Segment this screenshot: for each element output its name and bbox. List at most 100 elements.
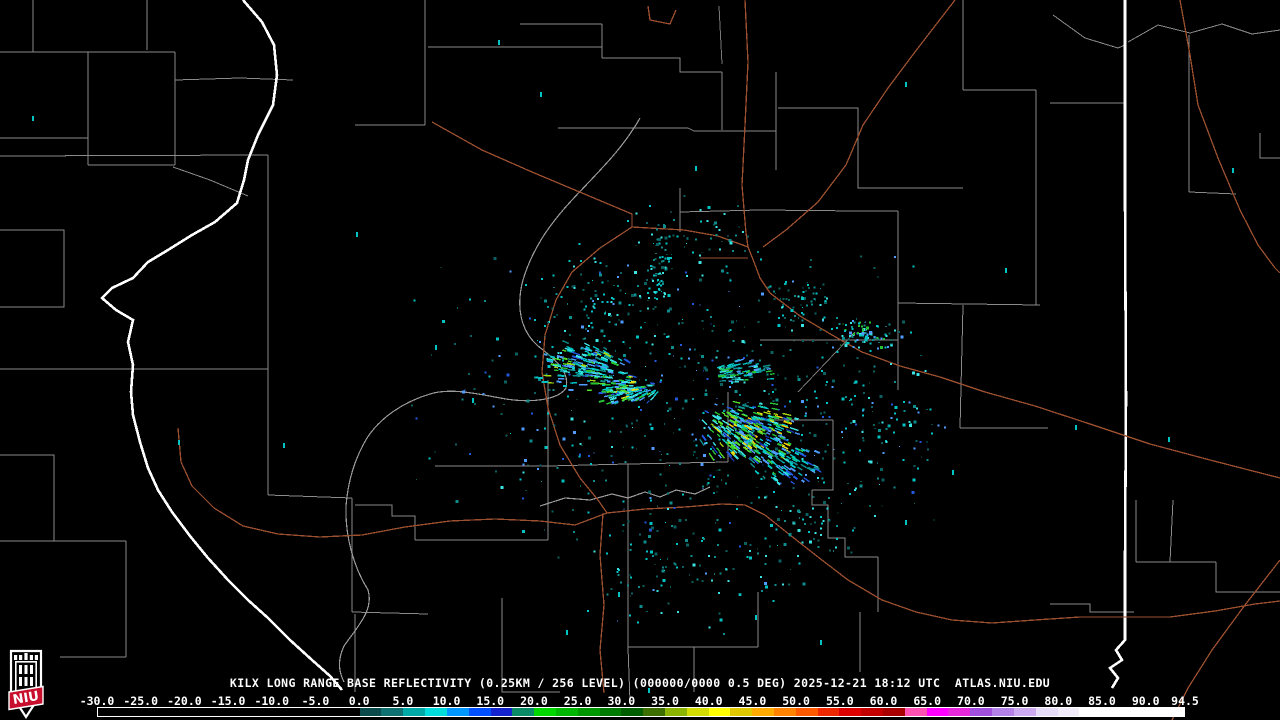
county-line xyxy=(0,154,269,157)
colorbar-segment xyxy=(1057,708,1080,716)
colorbar-tick-label: 80.0 xyxy=(1044,694,1073,708)
colorbar-segment xyxy=(970,708,993,716)
colorbar-tick-label: -10.0 xyxy=(254,694,290,708)
county-line xyxy=(0,454,55,541)
county-line xyxy=(1169,499,1174,563)
colorbar-segment xyxy=(708,708,731,716)
county-line xyxy=(547,463,629,467)
county-line xyxy=(0,229,65,308)
colorbar-segment xyxy=(992,708,1014,716)
colorbar-tick-label: 40.0 xyxy=(694,694,723,708)
colorbar-segment xyxy=(883,708,905,716)
colorbar-segment xyxy=(1035,708,1058,716)
colorbar-tick-labels: -30.0 -25.0 -20.0 -15.0 -10.0 -5.0 0.0 5.0 10.0 1… xyxy=(0,694,1280,708)
railroad-line xyxy=(718,5,723,65)
river-line xyxy=(338,117,641,683)
colorbar-tick-label: 0.0 xyxy=(348,694,370,708)
colorbar-segment xyxy=(730,708,753,716)
colorbar-tick-label: -15.0 xyxy=(210,694,246,708)
highway-line xyxy=(599,512,605,694)
state-border-line xyxy=(100,0,343,691)
county-line xyxy=(1052,14,1126,49)
colorbar-tick-label: 45.0 xyxy=(738,694,767,708)
colorbar-segment xyxy=(817,708,840,716)
reflectivity-echoes xyxy=(32,40,1234,693)
colorbar-tick-label: 55.0 xyxy=(825,694,854,708)
county-line xyxy=(778,107,963,189)
colorbar-tick-label: 75.0 xyxy=(1000,694,1029,708)
colorbar-segment xyxy=(577,708,600,716)
colorbar-tick-label: 65.0 xyxy=(913,694,942,708)
county-line xyxy=(172,166,249,197)
colorbar-segment xyxy=(664,708,687,716)
colorbar-tick-label: 94.5 xyxy=(1171,694,1199,708)
colorbar-segment xyxy=(359,708,382,716)
highway-line xyxy=(1179,0,1280,274)
radar-screen: KILX LONG RANGE BASE REFLECTIVITY (0.25K… xyxy=(0,0,1280,720)
colorbar-tick-label: 15.0 xyxy=(476,694,505,708)
colorbar-tick-label: 5.0 xyxy=(392,694,414,708)
colorbar-segment xyxy=(643,708,665,716)
radar-map xyxy=(0,0,1280,720)
colorbar-segment xyxy=(1013,708,1036,716)
colorbar-segment xyxy=(468,708,491,716)
colorbar-tick-label: 10.0 xyxy=(432,694,461,708)
county-borders xyxy=(0,0,1280,703)
county-line xyxy=(267,494,353,499)
colorbar-segment xyxy=(839,708,862,716)
highway-line xyxy=(747,246,1280,479)
colorbar-segment xyxy=(904,708,927,716)
county-line xyxy=(959,304,964,429)
county-line xyxy=(1127,23,1280,43)
product-title: KILX LONG RANGE BASE REFLECTIVITY (0.25K… xyxy=(229,676,1051,690)
county-line xyxy=(1259,133,1280,159)
colorbar-segment xyxy=(381,708,404,716)
county-line xyxy=(1050,603,1134,613)
niu-logo: NIU xyxy=(8,649,44,720)
highway-line xyxy=(177,427,1280,624)
colorbar-tick-label: 35.0 xyxy=(651,694,679,708)
colorbar-tick-label: 30.0 xyxy=(607,694,636,708)
colorbar-tick-label: 90.0 xyxy=(1131,694,1160,708)
railroads xyxy=(718,5,856,393)
rivers xyxy=(338,117,711,683)
colorbar-tick-label: 20.0 xyxy=(520,694,548,708)
highway-line xyxy=(647,5,677,25)
colorbar-segment xyxy=(861,708,884,716)
colorbar-segment xyxy=(926,708,949,716)
county-line xyxy=(602,57,722,73)
colorbar-segment xyxy=(774,708,796,716)
colorbar-segment xyxy=(795,708,818,716)
colorbar-segment xyxy=(752,708,774,716)
county-line xyxy=(558,127,776,132)
county-line xyxy=(897,302,1041,306)
county-line xyxy=(1215,562,1280,593)
colorbar-segment xyxy=(403,708,426,716)
river-line xyxy=(539,486,711,507)
reflectivity-colorbar xyxy=(97,707,1185,717)
colorbar-tick-label: -20.0 xyxy=(167,694,202,708)
state-borders xyxy=(100,0,1128,691)
colorbar-segment xyxy=(599,708,622,716)
colorbar-segment xyxy=(425,708,447,716)
colorbar-segment xyxy=(1079,708,1184,716)
colorbar-tick-label: 50.0 xyxy=(782,694,810,708)
colorbar-segment xyxy=(490,708,513,716)
colorbar-tick-label: 70.0 xyxy=(957,694,985,708)
colorbar-tick-label: -30.0 xyxy=(79,694,115,708)
county-line xyxy=(351,611,429,615)
county-line xyxy=(627,461,729,465)
colorbar-segment xyxy=(534,708,556,716)
colorbar-segment xyxy=(512,708,535,716)
highway-line xyxy=(431,121,633,227)
county-line xyxy=(679,209,898,213)
colorbar-tick-label: -25.0 xyxy=(123,694,158,708)
colorbar-segment xyxy=(948,708,971,716)
county-line xyxy=(1188,191,1237,195)
colorbar-tick-label: 25.0 xyxy=(563,694,592,708)
colorbar-segment xyxy=(555,708,578,716)
colorbar-segment xyxy=(686,708,709,716)
colorbar-tick-label: -5.0 xyxy=(301,694,330,708)
colorbar-tick-label: 60.0 xyxy=(869,694,898,708)
colorbar-segment xyxy=(621,708,644,716)
